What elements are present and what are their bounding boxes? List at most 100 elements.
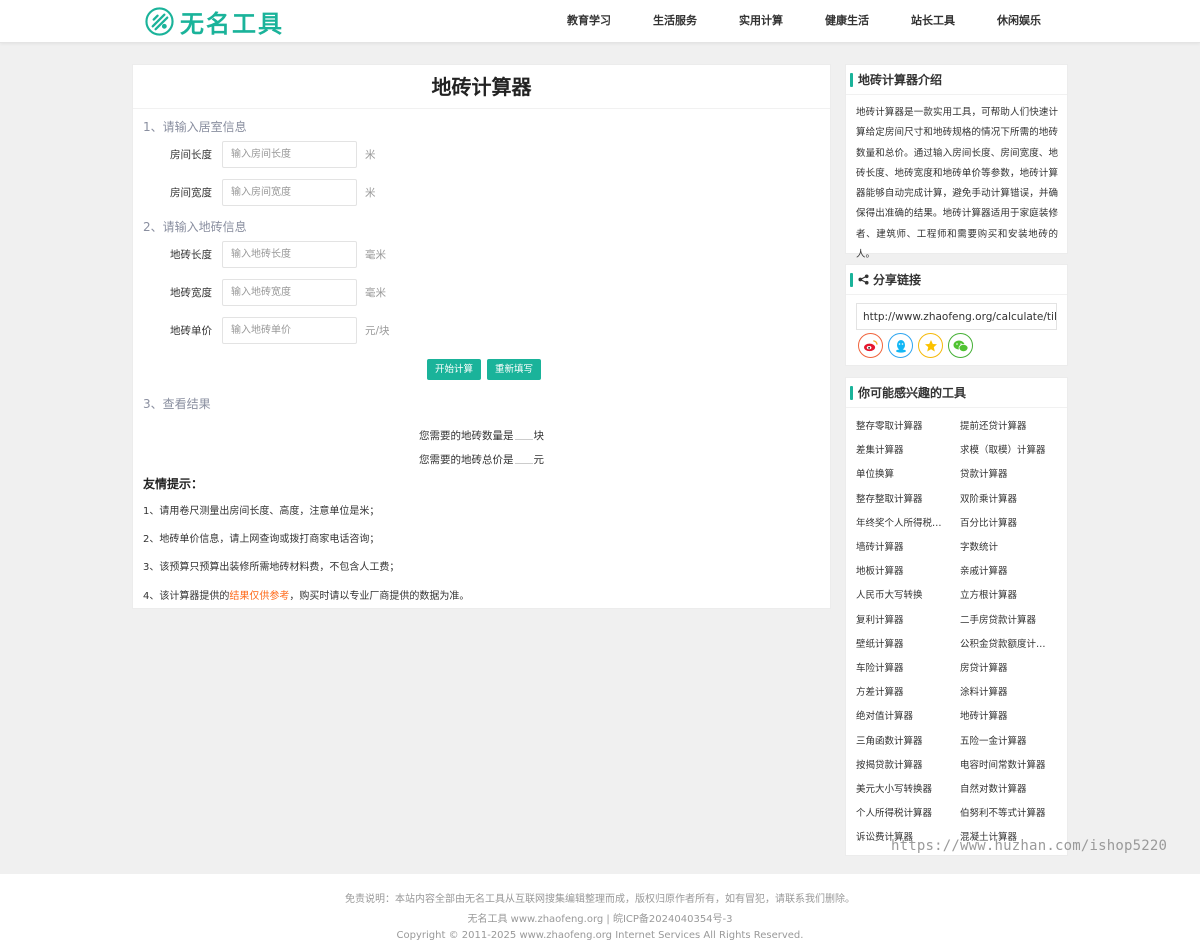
accent-bar (850, 272, 853, 287)
tile-price-unit: 元/块 (365, 325, 390, 337)
related-tools-panel: 你可能感兴趣的工具 整存零取计算器 提前还贷计算器 差集计算器 求模（取模）计算器 单位… (845, 377, 1068, 856)
room-width-input[interactable] (222, 179, 357, 206)
main-nav: 教育学习 生活服务 实用计算 健康生活 站长工具 休闲娱乐 (546, 0, 1062, 43)
tool-link[interactable]: 房贷计算器 (960, 660, 1052, 674)
tool-link[interactable]: 自然对数计算器 (960, 781, 1052, 795)
tip-2: 2、地砖单价信息，请上网查询或拨打商家电话咨询； (143, 534, 380, 545)
qzone-icon[interactable] (918, 333, 943, 358)
tool-link[interactable]: 二手房贷款计算器 (960, 612, 1052, 626)
share-panel: 分享链接 http://www.zhaofeng.org/calculate/t… (845, 264, 1068, 366)
tool-link[interactable]: 伯努利不等式计算器 (960, 805, 1052, 819)
tool-link[interactable]: 复利计算器 (856, 612, 948, 626)
tool-link[interactable]: 公积金贷款额度计算器 (960, 636, 1052, 650)
tool-link[interactable]: 整存零取计算器 (856, 418, 948, 432)
tool-link[interactable]: 壁纸计算器 (856, 636, 948, 650)
tool-link[interactable]: 电容时间常数计算器 (960, 757, 1052, 771)
nav-item-webmaster[interactable]: 站长工具 (890, 0, 976, 43)
tile-length-row: 地砖长度 毫米 (170, 241, 386, 268)
tool-link[interactable]: 差集计算器 (856, 442, 948, 456)
calculate-button[interactable]: 开始计算 (427, 359, 482, 380)
result-price-unit: 元 (533, 454, 545, 466)
site-header: 无名工具 教育学习 生活服务 实用计算 健康生活 站长工具 休闲娱乐 (0, 0, 1200, 43)
tile-width-row: 地砖宽度 毫米 (170, 279, 386, 306)
watermark-text: https://www.huzhan.com/ishop5220 (891, 838, 1168, 854)
section-result-title: 3、查看结果 (143, 397, 211, 411)
logo-text: 无名工具 (180, 10, 284, 38)
footer-copyright: Copyright © 2011-2025 www.zhaofeng.org I… (396, 930, 804, 941)
result-price-value (514, 463, 533, 464)
tips-title: 友情提示： (143, 477, 204, 491)
tile-price-label: 地砖单价 (170, 325, 212, 337)
tool-link[interactable]: 贷款计算器 (960, 466, 1052, 480)
tool-link[interactable]: 绝对值计算器 (856, 708, 948, 722)
room-width-unit: 米 (365, 187, 376, 199)
section-room-title: 1、请输入居室信息 (143, 120, 247, 134)
wechat-icon[interactable] (948, 333, 973, 358)
section-tile-title: 2、请输入地砖信息 (143, 220, 247, 234)
tool-link[interactable]: 个人所得税计算器 (856, 805, 948, 819)
tool-link[interactable]: 整存整取计算器 (856, 491, 948, 505)
tool-link[interactable]: 美元大小写转换器 (856, 781, 948, 795)
tool-link[interactable]: 双阶乘计算器 (960, 491, 1052, 505)
intro-panel: 地砖计算器介绍 地砖计算器是一款实用工具，可帮助人们快速计算给定房间尺寸和地砖规… (845, 64, 1068, 260)
share-url-field[interactable]: http://www.zhaofeng.org/calculate/tiles.… (856, 303, 1057, 330)
calculator-card: 地砖计算器 1、请输入居室信息 房间长度 米 房间宽度 米 2、请输入地砖信息 … (132, 64, 831, 609)
tip-4: 4、该计算器提供的结果仅供参考，购买时请以专业厂商提供的数据为准。 (143, 587, 469, 602)
room-width-label: 房间宽度 (170, 187, 212, 199)
tool-link[interactable]: 提前还贷计算器 (960, 418, 1052, 432)
tip-4-highlight: 结果仅供参考 (229, 591, 290, 602)
tools-header: 你可能感兴趣的工具 (846, 378, 1067, 408)
tool-link[interactable]: 地板计算器 (856, 563, 948, 577)
nav-item-health[interactable]: 健康生活 (804, 0, 890, 43)
intro-text: 地砖计算器是一款实用工具，可帮助人们快速计算给定房间尺寸和地砖规格的情况下所需的… (856, 107, 1058, 261)
share-icon (858, 274, 869, 285)
result-count-value (514, 439, 533, 440)
tile-price-input[interactable] (222, 317, 357, 344)
room-length-row: 房间长度 米 (170, 141, 376, 168)
intro-header: 地砖计算器介绍 (846, 65, 1067, 95)
room-width-row: 房间宽度 米 (170, 179, 376, 206)
accent-bar (850, 72, 853, 87)
tool-link[interactable]: 求模（取模）计算器 (960, 442, 1052, 456)
tools-title: 你可能感兴趣的工具 (858, 385, 967, 400)
tip-4-prefix: 4、该计算器提供的 (143, 591, 230, 602)
tool-link[interactable]: 涂料计算器 (960, 684, 1052, 698)
share-header: 分享链接 (846, 265, 1067, 295)
tool-link[interactable]: 五险一金计算器 (960, 733, 1052, 747)
logo-icon (145, 7, 174, 36)
footer-icp[interactable]: 无名工具 www.zhaofeng.org | 皖ICP备2024040354号… (0, 910, 1200, 925)
tool-link[interactable]: 单位换算 (856, 466, 948, 480)
tool-link[interactable]: 亲戚计算器 (960, 563, 1052, 577)
result-count-unit: 块 (533, 430, 545, 442)
tool-link[interactable]: 墙砖计算器 (856, 539, 948, 553)
tile-width-input[interactable] (222, 279, 357, 306)
tool-link[interactable]: 百分比计算器 (960, 515, 1052, 529)
tile-length-input[interactable] (222, 241, 357, 268)
page-title: 地砖计算器 (133, 65, 830, 109)
tile-length-unit: 毫米 (365, 249, 386, 261)
tool-link[interactable]: 立方根计算器 (960, 587, 1052, 601)
nav-item-calc[interactable]: 实用计算 (718, 0, 804, 43)
room-length-input[interactable] (222, 141, 357, 168)
tool-link[interactable]: 三角函数计算器 (856, 733, 948, 747)
weibo-icon[interactable] (858, 333, 883, 358)
tool-link[interactable]: 年终奖个人所得税计算器 (856, 515, 948, 529)
tool-link[interactable]: 方差计算器 (856, 684, 948, 698)
tool-link[interactable]: 人民币大写转换 (856, 587, 948, 601)
nav-item-life[interactable]: 生活服务 (632, 0, 718, 43)
site-footer: 免责说明：本站内容全部由无名工具从互联网搜集编辑整理而成，版权归原作者所有，如有… (0, 874, 1200, 948)
tool-link[interactable]: 字数统计 (960, 539, 1052, 553)
qq-icon[interactable] (888, 333, 913, 358)
result-count-line: 您需要的地砖数量是 块 (133, 428, 830, 443)
reset-button[interactable]: 重新填写 (487, 359, 542, 380)
tip-4-suffix: ，购买时请以专业厂商提供的数据为准。 (289, 591, 470, 602)
nav-item-leisure[interactable]: 休闲娱乐 (976, 0, 1062, 43)
tool-link[interactable]: 按揭贷款计算器 (856, 757, 948, 771)
share-icons (858, 333, 978, 358)
share-title: 分享链接 (873, 272, 922, 287)
tool-link[interactable]: 车险计算器 (856, 660, 948, 674)
tool-link[interactable]: 地砖计算器 (960, 708, 1052, 722)
nav-item-education[interactable]: 教育学习 (546, 0, 632, 43)
footer-disclaimer: 免责说明：本站内容全部由无名工具从互联网搜集编辑整理而成，版权归原作者所有，如有… (345, 894, 855, 905)
site-logo[interactable]: 无名工具 (145, 6, 284, 38)
